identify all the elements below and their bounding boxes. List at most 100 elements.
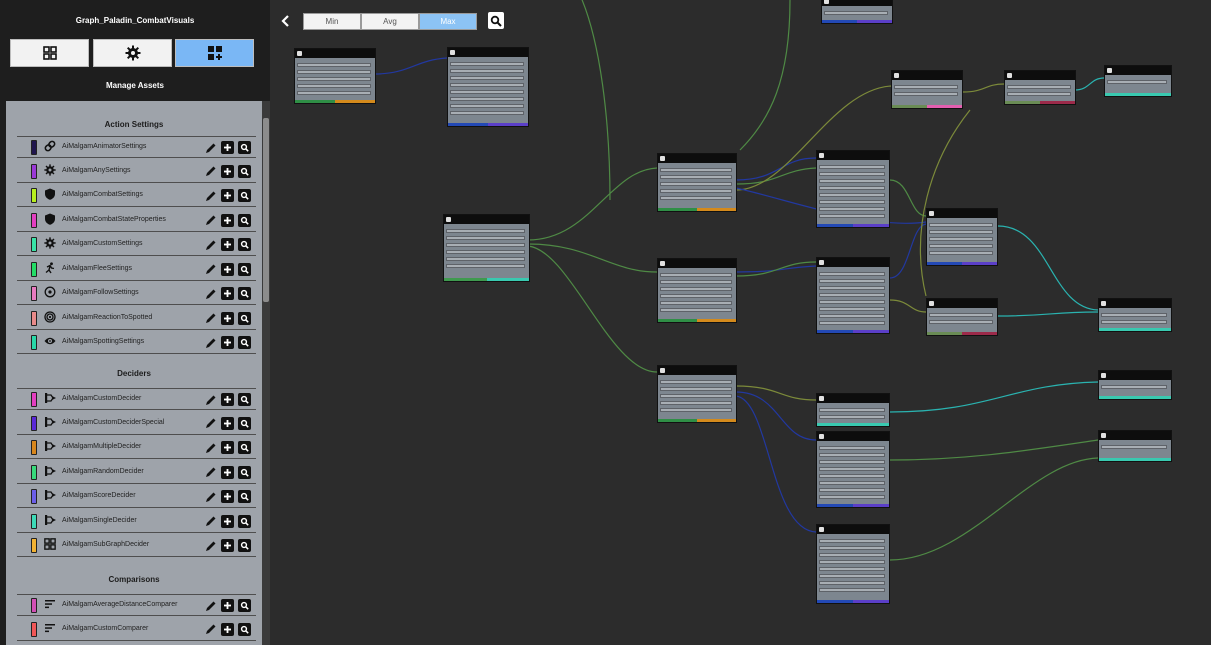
asset-label: AiMalgamMultipleDecider: [62, 443, 142, 450]
sidebar-scroll-thumb[interactable]: [263, 118, 269, 302]
graph-node[interactable]: [1098, 430, 1172, 462]
locate-asset-button[interactable]: [238, 189, 251, 202]
graph-node[interactable]: [926, 208, 998, 266]
asset-row[interactable]: AiMalgamSpottingSettings: [17, 332, 256, 354]
asset-row[interactable]: AiMalgamCombatStateProperties: [17, 210, 256, 232]
graph-node[interactable]: [1098, 298, 1172, 332]
asset-row[interactable]: AiMalgamCustomSettings: [17, 234, 256, 256]
graph-node[interactable]: [891, 70, 963, 109]
graph-canvas[interactable]: [270, 0, 1211, 645]
add-asset-button[interactable]: [221, 599, 234, 612]
locate-asset-button[interactable]: [238, 262, 251, 276]
graph-node[interactable]: [1004, 70, 1076, 105]
asset-row[interactable]: AiMalgamFleeSettings: [17, 259, 256, 281]
edit-asset-button[interactable]: [204, 466, 217, 479]
locate-asset-button[interactable]: [238, 441, 251, 454]
graph-node[interactable]: [657, 365, 737, 423]
add-asset-button[interactable]: [221, 441, 234, 454]
edit-asset-button[interactable]: [204, 165, 217, 178]
edit-asset-button[interactable]: [204, 515, 217, 528]
asset-row[interactable]: AiMalgamAnySettings: [17, 161, 256, 183]
graph-node[interactable]: [821, 0, 893, 24]
node-field: [819, 179, 885, 183]
asset-row[interactable]: AiMalgamCustomComparer: [17, 619, 256, 641]
locate-asset-button[interactable]: [238, 164, 251, 178]
locate-asset-button[interactable]: [238, 336, 251, 349]
edit-asset-button[interactable]: [204, 287, 217, 300]
add-asset-button[interactable]: [221, 465, 234, 479]
edit-asset-button[interactable]: [204, 623, 217, 636]
graph-node[interactable]: [816, 393, 890, 427]
add-asset-button[interactable]: [221, 141, 234, 154]
graph-node[interactable]: [816, 524, 890, 604]
edit-asset-button[interactable]: [204, 539, 217, 552]
tab-manage-assets[interactable]: [175, 39, 254, 67]
graph-node[interactable]: [1104, 65, 1172, 97]
asset-row[interactable]: AiMalgamReactionToSpotted: [17, 308, 256, 330]
add-asset-button[interactable]: [221, 416, 234, 430]
graph-node[interactable]: [1098, 370, 1172, 400]
add-asset-button[interactable]: [221, 164, 234, 178]
asset-row[interactable]: AiMalgamAnimatorSettings: [17, 136, 256, 158]
graph-node[interactable]: [816, 257, 890, 334]
edit-asset-button[interactable]: [204, 312, 217, 325]
graph-node[interactable]: [816, 150, 890, 228]
graph-node[interactable]: [294, 48, 376, 104]
locate-asset-button[interactable]: [238, 514, 251, 528]
add-asset-button[interactable]: [221, 262, 234, 276]
add-asset-button[interactable]: [221, 539, 234, 552]
locate-asset-button[interactable]: [238, 622, 251, 636]
add-asset-button[interactable]: [221, 287, 234, 300]
edit-asset-button[interactable]: [204, 214, 217, 227]
add-asset-button[interactable]: [221, 490, 234, 503]
add-asset-button[interactable]: [221, 514, 234, 528]
asset-row[interactable]: AiMalgamRandomDecider: [17, 462, 256, 484]
node-icon: [929, 211, 934, 216]
asset-row[interactable]: AiMalgamSingleDecider: [17, 511, 256, 533]
locate-asset-button[interactable]: [238, 311, 251, 325]
add-asset-button[interactable]: [221, 213, 234, 227]
locate-asset-button[interactable]: [238, 599, 251, 612]
edit-asset-button[interactable]: [204, 490, 217, 503]
add-asset-button[interactable]: [221, 622, 234, 636]
locate-asset-button[interactable]: [238, 416, 251, 430]
asset-row[interactable]: AiMalgamScoreDecider: [17, 486, 256, 508]
graph-node[interactable]: [657, 153, 737, 212]
edit-asset-button[interactable]: [204, 599, 217, 612]
graph-node[interactable]: [443, 214, 530, 282]
add-asset-button[interactable]: [221, 238, 234, 251]
locate-asset-button[interactable]: [238, 539, 251, 552]
asset-row[interactable]: AiMalgamSubGraphDecider: [17, 535, 256, 557]
asset-row[interactable]: AiMalgamCombatSettings: [17, 185, 256, 207]
graph-node[interactable]: [816, 431, 890, 508]
locate-asset-button[interactable]: [238, 287, 251, 300]
edit-asset-button[interactable]: [204, 238, 217, 251]
tab-grid[interactable]: [10, 39, 89, 67]
add-asset-button[interactable]: [221, 336, 234, 349]
asset-row[interactable]: AiMalgamMultipleDecider: [17, 437, 256, 459]
graph-node[interactable]: [447, 47, 529, 127]
asset-row[interactable]: AiMalgamCustomDeciderSpecial: [17, 413, 256, 435]
locate-asset-button[interactable]: [238, 238, 251, 251]
edit-asset-button[interactable]: [204, 189, 217, 202]
edit-asset-button[interactable]: [204, 141, 217, 154]
edit-asset-button[interactable]: [204, 441, 217, 454]
graph-node[interactable]: [657, 258, 737, 323]
add-asset-button[interactable]: [221, 189, 234, 202]
add-asset-button[interactable]: [221, 393, 234, 406]
locate-asset-button[interactable]: [238, 490, 251, 503]
asset-row[interactable]: AiMalgamAverageDistanceComparer: [17, 594, 256, 616]
graph-node[interactable]: [926, 298, 998, 336]
tab-settings[interactable]: [93, 39, 172, 67]
edit-asset-button[interactable]: [204, 417, 217, 430]
edit-asset-button[interactable]: [204, 263, 217, 276]
edit-asset-button[interactable]: [204, 336, 217, 349]
asset-row[interactable]: AiMalgamCustomDecider: [17, 388, 256, 410]
locate-asset-button[interactable]: [238, 141, 251, 154]
asset-row[interactable]: AiMalgamFollowSettings: [17, 283, 256, 305]
edit-asset-button[interactable]: [204, 393, 217, 406]
locate-asset-button[interactable]: [238, 465, 251, 479]
locate-asset-button[interactable]: [238, 213, 251, 227]
add-asset-button[interactable]: [221, 311, 234, 325]
locate-asset-button[interactable]: [238, 393, 251, 406]
